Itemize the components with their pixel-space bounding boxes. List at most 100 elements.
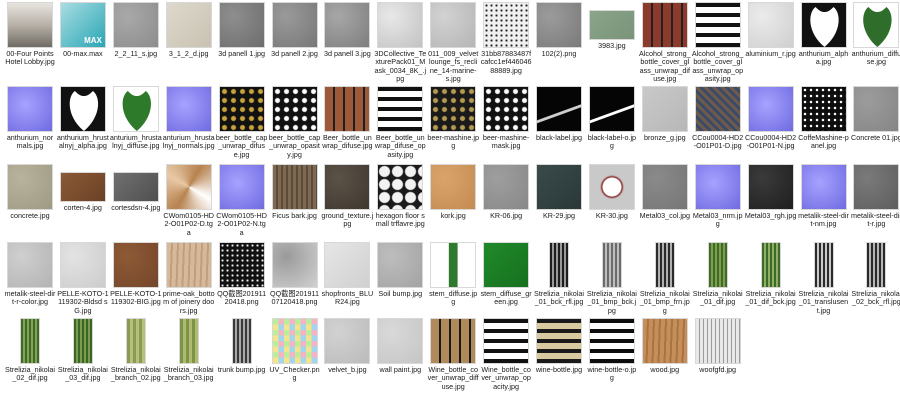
file-item[interactable]: Strelizia_nikolai_02_dif.jpg	[4, 318, 56, 383]
file-item[interactable]: 31bb87883487fcafcc1ef44604688889.jpg	[480, 2, 532, 75]
file-item[interactable]: anturium_hrustalnyj_diffuse.jpg	[110, 86, 162, 151]
file-item[interactable]: Strelizia_nikolai_01_bmp_bck.jpg	[586, 242, 638, 315]
file-name-label: black-label.jpg	[536, 133, 582, 142]
file-item[interactable]: prime-oak_bottom of joinery doors.jpg	[163, 242, 215, 315]
file-item[interactable]: 3983.jpg	[586, 2, 638, 50]
texture-thumbnail	[165, 164, 212, 210]
file-item[interactable]: Alcohol_strong_bottle_cover_glass_unwrap…	[692, 2, 744, 83]
file-item[interactable]: Metal03_nrm.jpg	[692, 164, 744, 229]
leaf-shape-icon	[854, 3, 898, 47]
file-item[interactable]: QQ截图20191107120418.png	[269, 242, 321, 307]
file-item[interactable]: PELLE-KOTO-1119302-Bldsd sG.jpg	[57, 242, 109, 315]
texture-thumbnail	[7, 242, 53, 288]
file-item[interactable]: wood.jpg	[639, 318, 691, 374]
file-item[interactable]: 3DCollective_TexturePack01_Mask_0034_8K_…	[374, 2, 426, 83]
file-item[interactable]: MAX 00-max.max	[57, 2, 109, 58]
file-item[interactable]: woofgfd.jpg	[692, 318, 744, 374]
file-item[interactable]: Strelizia_nikolai_01_bmp_frn.jpg	[639, 242, 691, 315]
file-item[interactable]: 011_009_velvet lounge_fs_recline_14-mari…	[427, 2, 479, 83]
file-item[interactable]: anthurium_diffuse.jpg	[850, 2, 900, 67]
file-item[interactable]: Wine_bottle_cover_unwrap_opacity.jpg	[480, 318, 532, 391]
file-name-label: anthurium_diffuse.jpg	[851, 49, 900, 67]
file-item[interactable]: anthurium_alpha.jpg	[798, 2, 850, 67]
file-item[interactable]: Strelizia_nikolai_01_bck_rfl.jpg	[533, 242, 585, 307]
file-item[interactable]: QQ截图20191120418.png	[216, 242, 268, 307]
texture-thumbnail	[112, 86, 159, 132]
file-item[interactable]: Strelizia_nikolai_branch_03.jpg	[163, 318, 215, 383]
file-item[interactable]: Beer_bottle_unwrap_difuse.jpg	[321, 86, 373, 151]
texture-thumbnail	[7, 86, 53, 132]
file-item[interactable]: aluminium_r.jpg	[745, 2, 797, 58]
file-item[interactable]: ground_texture.jpg	[321, 164, 373, 229]
file-item[interactable]: 2_2_11_s.jpg	[110, 2, 162, 58]
file-item[interactable]: Strelizia_nikolai_01_translusent.jpg	[798, 242, 850, 315]
file-item[interactable]: CCou0004-HD2-O01P01-N.jpg	[745, 86, 797, 151]
file-item[interactable]: 102(2).png	[533, 2, 585, 58]
file-item[interactable]: UV_Checker.png	[269, 318, 321, 383]
file-item[interactable]: anturium_hrustalnyj_normals.jpg	[163, 86, 215, 151]
file-item[interactable]: wall paint.jpg	[374, 318, 426, 374]
texture-thumbnail	[20, 318, 40, 364]
file-item[interactable]: 3d panell 2.jpg	[269, 2, 321, 58]
file-item[interactable]: velvet_b.jpg	[321, 318, 373, 374]
file-item[interactable]: 00-Four Points Hotel Lobby.jpg	[4, 2, 56, 67]
file-item[interactable]: 3_1_2_d.jpg	[163, 2, 215, 58]
file-item[interactable]: beer_bottle_cap_unwrap_opasity.jpg	[269, 86, 321, 159]
texture-thumbnail	[218, 2, 265, 48]
texture-thumbnail	[654, 242, 675, 288]
file-item[interactable]: anthurium_hrustalnyj_alpha.jpg	[57, 86, 109, 151]
file-name-label: beer_bottle_cap_unwrap_opasity.jpg	[268, 133, 321, 159]
file-item[interactable]: KR-30.jpg	[586, 164, 638, 220]
file-item[interactable]: beer-mashine.jpg	[427, 86, 479, 151]
file-item[interactable]: 3d panell 3.jpg	[321, 2, 373, 58]
file-item[interactable]: metalik-steel-dirt-nm.jpg	[798, 164, 850, 229]
file-item[interactable]: Metal03_col.jpg	[639, 164, 691, 220]
file-name-label: QQ截图20191107120418.png	[269, 289, 319, 307]
file-item[interactable]: KR-29.jpg	[533, 164, 585, 220]
file-item[interactable]: black-label.jpg	[533, 86, 585, 142]
file-item[interactable]: Strelizia_nikolai_03_dif.jpg	[57, 318, 109, 383]
file-item[interactable]: cortesdsn-4.jpg	[110, 164, 162, 212]
file-item[interactable]: hexagon floor small trffavre.jpg	[374, 164, 426, 229]
file-item[interactable]: beer_bottle_cap_unwrap_difuse.jpg	[216, 86, 268, 159]
file-item[interactable]: Soil bump.jpg	[374, 242, 426, 298]
file-item[interactable]: wine-bottle-o.jpg	[586, 318, 638, 383]
texture-thumbnail	[112, 2, 159, 48]
file-item[interactable]: shopfronts_BLUR24.jpg	[321, 242, 373, 307]
file-item[interactable]: stem_diffuse_green.jpg	[480, 242, 532, 307]
file-item[interactable]: Ficus bark.jpg	[269, 164, 321, 220]
file-item[interactable]: 3d panell 1.jpg	[216, 2, 268, 58]
file-item[interactable]: Beer_bottle_unwrap_difuse_opasity.jpg	[374, 86, 426, 159]
file-item[interactable]: concrete.jpg	[4, 164, 56, 220]
file-item[interactable]: CoffeMashine-panel.jpg	[798, 86, 850, 151]
file-item[interactable]: Alcohol_strong_bottle_cover_glass_unwrap…	[639, 2, 691, 83]
file-item[interactable]: Strelizia_nikolai_01_dif_bck.jpg	[745, 242, 797, 307]
file-item[interactable]: PELLE-KOTO-1119302-BIG.jpg	[110, 242, 162, 307]
file-item[interactable]: anthurium_normals.jpg	[4, 86, 56, 151]
file-item[interactable]: Metal03_rgh.jpg	[745, 164, 797, 220]
file-item[interactable]: CCou0004-HD2-O01P01-D.jpg	[692, 86, 744, 151]
file-item[interactable]: metalik-steel-dirt-r-color.jpg	[4, 242, 56, 307]
file-name-label: 3_1_2_d.jpg	[168, 49, 209, 58]
file-item[interactable]: bronze_g.jpg	[639, 86, 691, 142]
file-item[interactable]: Strelizia_nikolai_01_dif.jpg	[692, 242, 744, 307]
file-item[interactable]: wine-bottle.jpg	[533, 318, 585, 374]
file-item[interactable]: CWom0105-HD2-O01P02-N.tga	[216, 164, 268, 237]
file-item[interactable]: CWom0105-HD2-O01P02-D.tga	[163, 164, 215, 237]
file-item[interactable]: Strelizia_nikolai_02_bck_rfl.jpg	[850, 242, 900, 307]
file-name-label: velvet_b.jpg	[328, 365, 367, 374]
texture-thumbnail	[641, 2, 688, 48]
file-item[interactable]: black-label-o.jpg	[586, 86, 638, 151]
file-item[interactable]: Strelizia_nikolai_branch_02.jpg	[110, 318, 162, 383]
file-item[interactable]: Concrete 01.jpg	[850, 86, 900, 142]
file-item[interactable]: kork.jpg	[427, 164, 479, 220]
file-item[interactable]: stem_diffuse.jpg	[427, 242, 479, 307]
file-item[interactable]: metalik-steel-dirt-r.jpg	[850, 164, 900, 229]
texture-thumbnail	[430, 318, 477, 364]
file-item[interactable]: corten-4.jpg	[57, 164, 109, 212]
file-item[interactable]: KR-06.jpg	[480, 164, 532, 220]
file-item[interactable]: trunk bump.jpg	[216, 318, 268, 374]
file-item[interactable]: beer-mashine-mask.jpg	[480, 86, 532, 151]
file-name-label: corten-4.jpg	[63, 203, 102, 212]
file-item[interactable]: Wine_bottle_cover_unwrap_diffuse.jpg	[427, 318, 479, 391]
